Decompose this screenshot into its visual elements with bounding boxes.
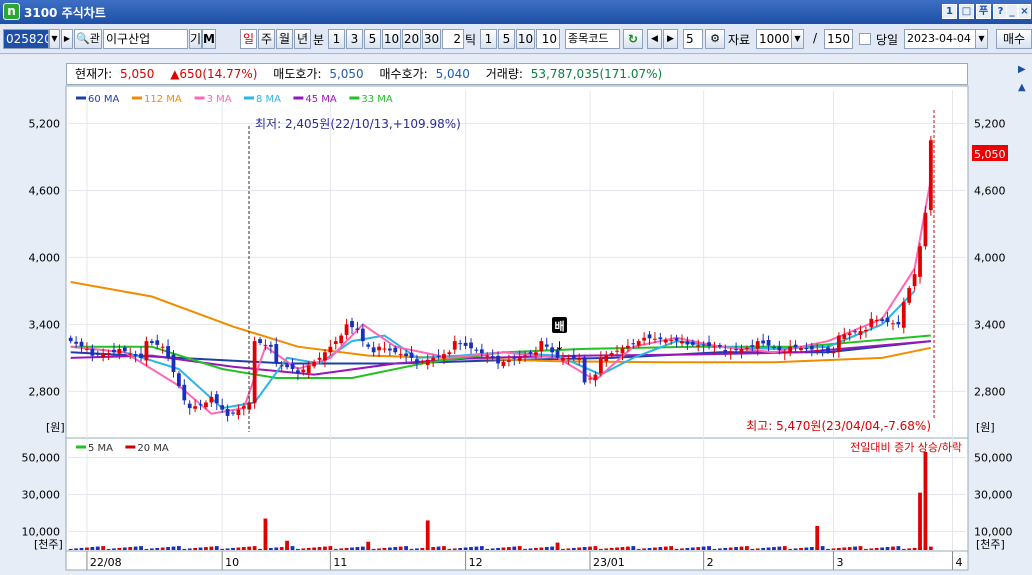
ask-label: 매도호가: (273, 67, 322, 81)
data-count-dropdown-icon[interactable]: ▼ (791, 29, 804, 49)
code-dropdown-icon[interactable]: ▼ (49, 29, 60, 49)
period-month-tab[interactable]: 월 (276, 29, 293, 49)
data-count-select[interactable]: 1000 (756, 29, 792, 49)
current-price-value: 5,050 (120, 67, 155, 81)
minute-1-button[interactable]: 1 (328, 29, 345, 49)
stock-code-input[interactable]: 025820 (3, 29, 49, 49)
step-input[interactable]: 5 (683, 29, 703, 49)
volume-label: 거래량: (485, 67, 523, 81)
gi-button[interactable]: 기 (189, 29, 202, 49)
minute-10-button[interactable]: 10 (382, 29, 401, 49)
minute-20-button[interactable]: 20 (402, 29, 421, 49)
lookup-button[interactable]: 🔍관 (74, 29, 102, 49)
minimize-icon[interactable]: _ (1006, 4, 1018, 19)
minute-label: 분 (313, 33, 325, 47)
search-icon: 🔍 (76, 32, 90, 45)
next-arrow-icon[interactable]: ▶ (663, 29, 678, 49)
window-num-button[interactable]: 1 (942, 4, 957, 19)
minute-3-button[interactable]: 3 (346, 29, 363, 49)
today-label: 당일 (876, 33, 899, 47)
m-button[interactable]: M (202, 29, 216, 49)
refresh-icon[interactable]: ↻ (623, 29, 643, 49)
bid-label: 매수호가: (379, 67, 428, 81)
price-info-bar: 현재가: 5,050 ▲650(14.77%) 매도호가: 5,050 매수호가… (66, 63, 968, 85)
minute-5-button[interactable]: 5 (364, 29, 381, 49)
slash-separator: / (813, 31, 818, 45)
period-week-tab[interactable]: 주 (258, 29, 275, 49)
buy-button[interactable]: 매수 (996, 29, 1032, 49)
tick-label: 틱 (465, 33, 477, 47)
window-title: 3100 주식차트 (24, 6, 106, 20)
tick-1-button[interactable]: 1 (480, 29, 497, 49)
current-price-label: 현재가: (75, 67, 113, 81)
date-dropdown-icon[interactable]: ▼ (975, 29, 988, 49)
minute-custom-input[interactable]: 2 (442, 29, 464, 49)
date-field[interactable]: 2023-04-04 (904, 29, 976, 49)
bid-value: 5,040 (435, 67, 470, 81)
window-restore-icon[interactable]: □ (959, 4, 974, 19)
toolbar: 025820 ▼ ▶ 🔍관 이구산업 기 M 일 주 월 년 분 1 3 5 1… (0, 24, 1032, 54)
ask-value: 5,050 (329, 67, 364, 81)
chart-area (0, 55, 1032, 575)
view-count-input[interactable]: 150 (824, 29, 853, 49)
title-bar: n 3100 주식차트 1 □ 푸 ? _ × (0, 0, 1032, 24)
settings-gear-icon[interactable]: ⚙ (705, 29, 725, 49)
data-label: 자료 (728, 33, 751, 47)
period-day-tab[interactable]: 일 (240, 29, 257, 49)
stock-name-field[interactable]: 이구산업 (103, 29, 188, 49)
minute-30-button[interactable]: 30 (422, 29, 441, 49)
volume-value: 53,787,035(171.07%) (530, 67, 663, 81)
tick-custom-input[interactable]: 10 (536, 29, 560, 49)
jongmok-code-field[interactable]: 종목코드 (565, 29, 620, 49)
play-icon[interactable]: ▶ (61, 29, 73, 49)
price-change: ▲650(14.77%) (170, 67, 258, 81)
prev-arrow-icon[interactable]: ◀ (647, 29, 662, 49)
app-logo-icon: n (3, 3, 20, 20)
tick-5-button[interactable]: 5 (498, 29, 515, 49)
tick-10-button[interactable]: 10 (516, 29, 535, 49)
close-icon[interactable]: × (1018, 4, 1031, 19)
today-checkbox[interactable] (859, 33, 871, 45)
lookup-label: 관 (89, 32, 100, 45)
window-pin-button[interactable]: 푸 (976, 4, 991, 19)
period-year-tab[interactable]: 년 (294, 29, 311, 49)
